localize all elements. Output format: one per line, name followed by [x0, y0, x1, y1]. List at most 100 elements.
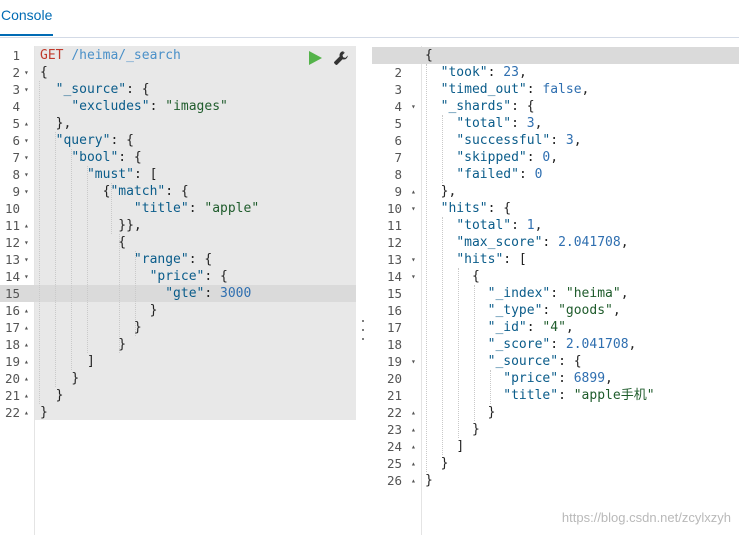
line-number: 4	[394, 99, 402, 114]
line-number: 21	[386, 388, 402, 403]
line-number: 21	[4, 388, 20, 403]
fold-toggle-icon[interactable]: ▴	[411, 455, 416, 472]
line-number: 9	[394, 184, 402, 199]
code-line: "title": "apple"	[133, 201, 260, 216]
top-bar: Console	[0, 0, 739, 38]
line-number: 15	[386, 286, 402, 301]
fold-toggle-icon[interactable]: ▾	[24, 183, 29, 200]
code-line: {	[471, 269, 480, 284]
line-number: 20	[4, 371, 20, 386]
line-number: 23	[386, 422, 402, 437]
fold-toggle-icon[interactable]: ▾	[24, 268, 29, 285]
tab-console[interactable]: Console	[0, 0, 54, 36]
fold-toggle-icon[interactable]: ▾	[24, 234, 29, 251]
response-viewer[interactable]: 1▾234▾56789▴10▾111213▾14▾1516171819▾2021…	[372, 46, 739, 535]
fold-toggle-icon[interactable]: ▴	[24, 302, 29, 319]
watermark: https://blog.csdn.net/zcylxzyh	[561, 510, 731, 525]
code-line: }	[40, 405, 48, 420]
code-line: "_source": {	[487, 354, 582, 369]
line-number: 14	[4, 269, 20, 284]
line-number: 13	[4, 252, 20, 267]
play-icon[interactable]	[308, 51, 322, 65]
fold-toggle-icon[interactable]: ▾	[24, 149, 29, 166]
code-line: ]	[86, 354, 95, 369]
line-number: 16	[386, 303, 402, 318]
line-number: 11	[386, 218, 402, 233]
fold-toggle-icon[interactable]: ▴	[24, 336, 29, 353]
code-line: "_index": "heima",	[487, 286, 629, 301]
wrench-icon[interactable]	[333, 50, 349, 66]
line-number: 2	[12, 65, 20, 80]
request-code-area[interactable]: GET /heima/_search { "_source": { "exclud…	[35, 46, 356, 535]
request-editor[interactable]: 1 2 ▾ 3 ▾ 4 5 ▴ 6 ▾ 7 ▾ 8 ▾ 9 ▾ 10 11 ▴ 12 ▾ 13 ▾ 14 ▾ 15 16 ▴ 17 ▴ 18…	[0, 46, 356, 535]
code-line: "_type": "goods",	[487, 303, 621, 318]
fold-toggle-icon[interactable]: ▴	[24, 404, 29, 421]
line-number: 9	[12, 184, 20, 199]
code-line: "_shards": {	[440, 99, 535, 114]
fold-toggle-icon[interactable]: ▾	[24, 81, 29, 98]
fold-toggle-icon[interactable]: ▾	[24, 166, 29, 183]
fold-toggle-icon[interactable]: ▴	[411, 472, 416, 489]
code-line: },	[55, 116, 72, 131]
line-number: 20	[386, 371, 402, 386]
code-line: "skipped": 0,	[456, 150, 559, 165]
line-number: 12	[4, 235, 20, 250]
fold-toggle-icon[interactable]: ▾	[24, 251, 29, 268]
line-number: 8	[12, 167, 20, 182]
code-line: "max_score": 2.041708,	[456, 235, 629, 250]
code-line: "failed": 0	[456, 167, 543, 182]
code-line: }	[118, 337, 127, 352]
line-number: 6	[394, 133, 402, 148]
code-line: "successful": 3,	[456, 133, 582, 148]
fold-toggle-icon[interactable]: ▾	[411, 251, 416, 268]
fold-toggle-icon[interactable]: ▴	[24, 370, 29, 387]
pane-splitter[interactable]	[358, 320, 368, 340]
code-line: "total": 1,	[456, 218, 543, 233]
code-line: "total": 3,	[456, 116, 543, 131]
code-line: "query": {	[55, 133, 134, 148]
code-line: }	[133, 320, 142, 335]
line-number: 15	[4, 286, 20, 301]
fold-toggle-icon[interactable]: ▴	[411, 438, 416, 455]
line-number: 5	[394, 116, 402, 131]
fold-toggle-icon[interactable]: ▾	[411, 268, 416, 285]
code-line: "_score": 2.041708,	[487, 337, 637, 352]
code-line: "_source": {	[55, 82, 150, 97]
fold-toggle-icon[interactable]: ▴	[24, 319, 29, 336]
fold-toggle-icon[interactable]: ▾	[411, 98, 416, 115]
line-number: 24	[386, 439, 402, 454]
fold-toggle-icon[interactable]: ▾	[24, 132, 29, 149]
fold-toggle-icon[interactable]: ▴	[411, 183, 416, 200]
line-number: 18	[4, 337, 20, 352]
code-line: {	[40, 65, 48, 80]
fold-toggle-icon[interactable]: ▾	[411, 353, 416, 370]
response-gutter: 1▾234▾56789▴10▾111213▾14▾1516171819▾2021…	[372, 46, 422, 535]
code-line: }},	[118, 218, 142, 233]
fold-toggle-icon[interactable]: ▴	[411, 404, 416, 421]
code-line: "hits": [	[456, 252, 527, 267]
line-number: 17	[386, 320, 402, 335]
line-number: 10	[386, 201, 402, 216]
fold-toggle-icon[interactable]: ▴	[411, 421, 416, 438]
line-number: 10	[4, 201, 20, 216]
fold-toggle-icon[interactable]: ▴	[24, 387, 29, 404]
line-number: 13	[386, 252, 402, 267]
code-line: GET /heima/_search	[40, 48, 181, 63]
request-gutter: 1 2 ▾ 3 ▾ 4 5 ▴ 6 ▾ 7 ▾ 8 ▾ 9 ▾ 10 11 ▴ 12 ▾ 13 ▾ 14 ▾ 15 16 ▴ 17 ▴ 18…	[0, 46, 35, 535]
code-line: "range": {	[133, 252, 213, 267]
code-line: },	[440, 184, 457, 199]
fold-toggle-icon[interactable]: ▾	[24, 64, 29, 81]
code-line: "took": 23,	[440, 65, 527, 80]
code-line: }	[471, 422, 480, 437]
fold-toggle-icon[interactable]: ▴	[24, 217, 29, 234]
fold-toggle-icon[interactable]: ▾	[411, 200, 416, 217]
line-number: 22	[4, 405, 20, 420]
line-number: 19	[4, 354, 20, 369]
response-code-area[interactable]: { "took": 23, "timed_out": false, "_shar…	[372, 46, 739, 535]
line-number: 14	[386, 269, 402, 284]
splitter-dot	[362, 329, 364, 331]
fold-toggle-icon[interactable]: ▴	[24, 353, 29, 370]
line-number: 7	[12, 150, 20, 165]
fold-toggle-icon[interactable]: ▴	[24, 115, 29, 132]
code-line: "price": 6899,	[503, 371, 613, 386]
